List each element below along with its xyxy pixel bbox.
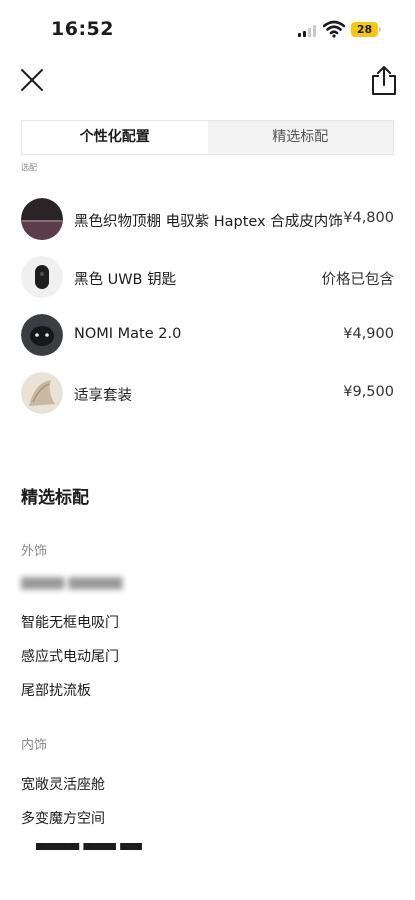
share-icon[interactable] [369, 64, 399, 96]
option-row-key[interactable]: 黑色 UWB 钥匙 价格已包含 [21, 256, 394, 300]
nomi-mate-thumbnail [21, 314, 63, 356]
feature-item[interactable]: 宽敞灵活座舱 [21, 774, 105, 794]
feature-item-cutoff: ▆▆▆▆ ▆▆▆ ▆▆ [36, 843, 156, 850]
feature-item[interactable]: 尾部扰流板 [21, 680, 91, 700]
battery-level: 28 [356, 23, 373, 36]
option-row-comfort[interactable]: 适享套装 ¥9,500 [21, 372, 394, 416]
option-name: NOMI Mate 2.0 [74, 326, 182, 342]
option-price: ¥4,900 [343, 326, 394, 342]
tab-standard-config[interactable]: 精选标配 [208, 121, 394, 154]
standard-section-title: 精选标配 [21, 488, 89, 508]
battery-indicator: 28 [351, 22, 378, 37]
interior-group-label: 内饰 [21, 738, 48, 753]
feature-item[interactable]: 智能无框电吸门 [21, 612, 119, 632]
option-name: 黑色织物顶棚 电驭紫 Haptex 合成皮内饰 [74, 214, 343, 230]
close-icon[interactable] [18, 66, 46, 94]
config-tabs: 个性化配置 精选标配 [21, 120, 394, 155]
feature-item[interactable]: 感应式电动尾门 [21, 646, 119, 666]
wifi-icon [323, 20, 345, 38]
option-name: 适享套装 [74, 388, 132, 404]
option-row-interior[interactable]: 黑色织物顶棚 电驭紫 Haptex 合成皮内饰 ¥4,800 [21, 198, 394, 242]
option-price: ¥4,800 [343, 210, 394, 226]
cellular-signal-icon [298, 25, 318, 37]
feature-item-obscured: ▆▆▆▆ ▆▆▆▆▆ [21, 574, 123, 590]
comfort-package-thumbnail [21, 372, 63, 414]
option-name: 黑色 UWB 钥匙 [74, 272, 177, 288]
option-price: 价格已包含 [321, 272, 395, 288]
key-fob-thumbnail [21, 256, 63, 298]
exterior-group-label: 外饰 [21, 544, 48, 559]
option-price: ¥9,500 [343, 384, 394, 400]
interior-trim-thumbnail [21, 198, 63, 240]
feature-item[interactable]: 多变魔方空间 [21, 808, 105, 828]
option-row-nomi[interactable]: NOMI Mate 2.0 ¥4,900 [21, 314, 394, 358]
partial-section-label: 选配 [21, 163, 37, 172]
status-time: 16:52 [51, 18, 114, 40]
battery-tip [379, 27, 381, 32]
status-bar: 16:52 28 [0, 0, 415, 50]
tab-personalized-config[interactable]: 个性化配置 [22, 121, 208, 154]
